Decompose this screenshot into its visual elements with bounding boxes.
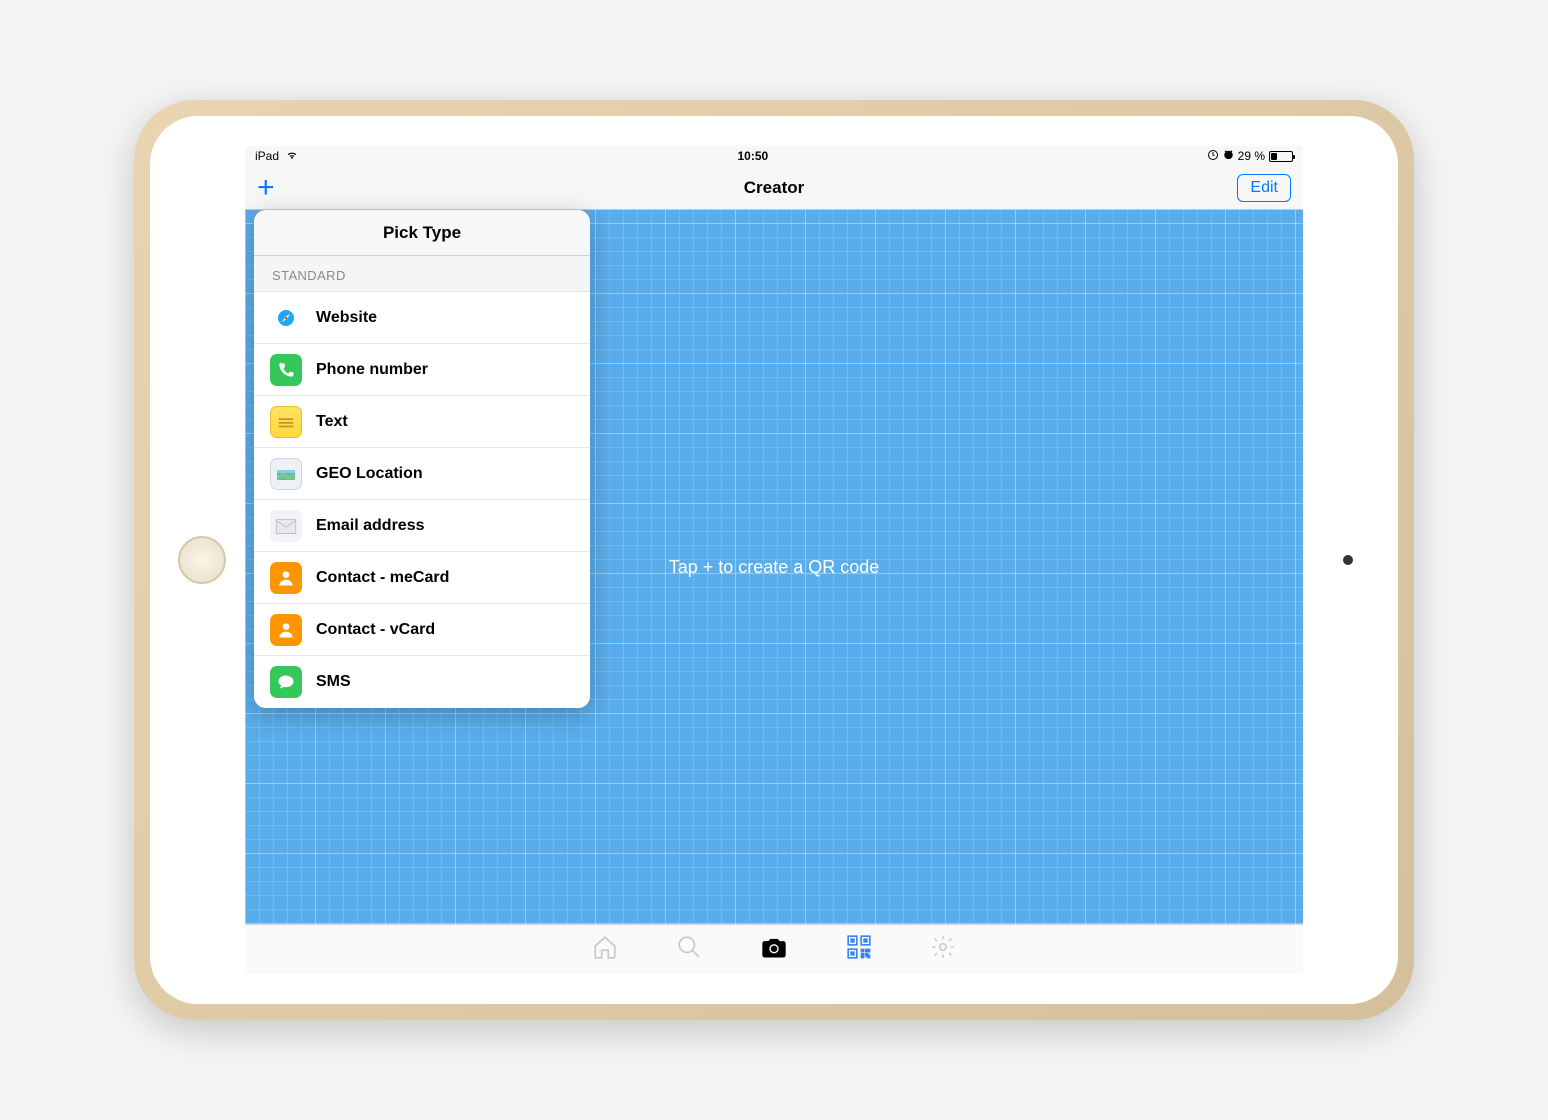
- alarm-icon: [1223, 149, 1234, 163]
- popover-item-text[interactable]: Text: [254, 396, 590, 448]
- contact-icon: [270, 614, 302, 646]
- camera-icon: [760, 948, 788, 965]
- popover-item-geo[interactable]: GEO Location: [254, 448, 590, 500]
- status-bar: iPad 10:50 29 %: [245, 146, 1303, 166]
- popover-item-label: Email address: [316, 517, 425, 535]
- tab-home[interactable]: [592, 934, 618, 965]
- notes-icon: [270, 406, 302, 438]
- clock: 10:50: [737, 149, 768, 163]
- content-area: Tap + to create a QR code Pick Type STAN…: [245, 210, 1303, 924]
- mail-icon: [270, 510, 302, 542]
- screen: iPad 10:50 29 %: [245, 146, 1303, 974]
- popover-item-website[interactable]: Website: [254, 292, 590, 344]
- empty-state-text: Tap + to create a QR code: [669, 557, 880, 578]
- popover-item-label: GEO Location: [316, 465, 423, 483]
- home-icon: [592, 947, 618, 964]
- tab-search[interactable]: [676, 934, 702, 965]
- ipad-bezel: iPad 10:50 29 %: [150, 116, 1398, 1004]
- popover-item-label: SMS: [316, 673, 351, 691]
- contact-icon: [270, 562, 302, 594]
- nav-bar: + Creator Edit: [245, 166, 1303, 210]
- page-title: Creator: [744, 178, 804, 198]
- gear-icon: [930, 947, 956, 964]
- qrcode-icon: [846, 947, 872, 964]
- add-button[interactable]: +: [257, 171, 287, 205]
- device-label: iPad: [255, 149, 279, 163]
- popover-item-sms[interactable]: SMS: [254, 656, 590, 708]
- search-icon: [676, 947, 702, 964]
- tab-settings[interactable]: [930, 934, 956, 965]
- orientation-lock-icon: [1207, 149, 1219, 164]
- battery-icon: [1269, 151, 1293, 162]
- popover-item-label: Contact - vCard: [316, 621, 435, 639]
- popover-item-phone[interactable]: Phone number: [254, 344, 590, 396]
- popover-item-vcard[interactable]: Contact - vCard: [254, 604, 590, 656]
- ipad-frame: iPad 10:50 29 %: [134, 100, 1414, 1020]
- wifi-icon: [285, 149, 299, 163]
- edit-button[interactable]: Edit: [1237, 174, 1291, 202]
- tab-qrcode[interactable]: [846, 934, 872, 965]
- popover-section-header: STANDARD: [254, 256, 590, 292]
- battery-percent: 29 %: [1238, 149, 1265, 163]
- popover-item-mecard[interactable]: Contact - meCard: [254, 552, 590, 604]
- safari-icon: [270, 302, 302, 334]
- home-button[interactable]: [178, 536, 226, 584]
- popover-item-label: Text: [316, 413, 348, 431]
- popover-item-label: Website: [316, 309, 377, 327]
- pick-type-popover: Pick Type STANDARD Website Phone number: [254, 210, 590, 708]
- tab-bar: [245, 924, 1303, 974]
- popover-item-label: Phone number: [316, 361, 428, 379]
- phone-icon: [270, 354, 302, 386]
- map-icon: [270, 458, 302, 490]
- popover-title: Pick Type: [254, 210, 590, 256]
- tab-camera[interactable]: [760, 933, 788, 966]
- popover-item-email[interactable]: Email address: [254, 500, 590, 552]
- front-camera: [1343, 555, 1353, 565]
- popover-item-label: Contact - meCard: [316, 569, 449, 587]
- messages-icon: [270, 666, 302, 698]
